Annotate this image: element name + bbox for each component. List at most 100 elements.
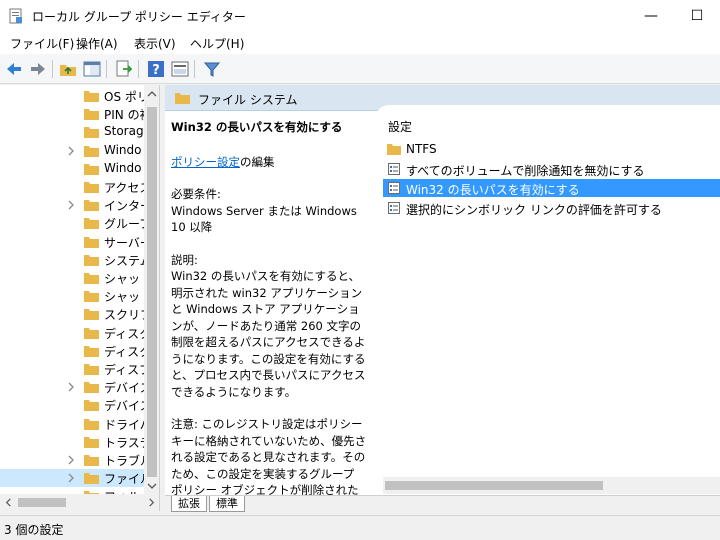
expand-chevron-icon[interactable] <box>66 380 76 394</box>
expand-chevron-icon[interactable] <box>66 453 76 467</box>
edit-policy-setting-link[interactable]: ポリシー設定 <box>171 155 240 169</box>
tree-item[interactable]: インター <box>0 196 152 214</box>
tree-item[interactable]: OS ポリ <box>0 87 149 105</box>
folder-icon <box>84 436 99 448</box>
tree-item[interactable]: シャット <box>0 287 152 305</box>
tree-item[interactable]: Windo <box>0 142 145 160</box>
menu-view[interactable]: 表示(V) <box>134 35 176 52</box>
folder-icon <box>84 109 99 121</box>
folder-icon <box>84 236 99 248</box>
folder-icon <box>84 182 99 193</box>
toolbar-separator <box>106 60 107 78</box>
tree-hscroll-thumb[interactable] <box>18 498 66 507</box>
folder-icon <box>84 273 99 284</box>
list-horizontal-scrollbar[interactable] <box>383 477 720 494</box>
tree-item[interactable]: サーバー <box>0 233 152 251</box>
tree-item-label: Windo <box>104 160 142 175</box>
settings-list-item-label: Win32 の長いパスを有効にする <box>406 183 580 197</box>
folder-icon <box>84 309 99 321</box>
list-hscroll-thumb[interactable] <box>385 481 603 490</box>
policy-editor-app-icon <box>9 8 22 24</box>
properties-view-icon[interactable] <box>170 59 190 79</box>
expand-chevron-icon[interactable] <box>66 144 76 158</box>
column-header-setting[interactable]: 設定 <box>388 118 412 135</box>
window-title: ローカル グループ ポリシー エディター <box>32 10 246 24</box>
menu-help[interactable]: ヘルプ(H) <box>190 35 244 52</box>
settings-list-item[interactable]: 選択的にシンボリック リンクの評価を許可する <box>383 199 720 217</box>
scroll-down-icon[interactable] <box>147 481 157 491</box>
folder-icon <box>387 144 401 155</box>
tab-standard[interactable]: 標準 <box>209 496 245 512</box>
tree-vertical-scrollbar[interactable] <box>144 85 159 494</box>
svg-text:?: ? <box>152 63 160 78</box>
tab-extended[interactable]: 拡張 <box>171 496 207 512</box>
folder-icon <box>84 364 99 375</box>
forward-arrow-icon[interactable] <box>28 59 48 79</box>
note-text: 注意: このレジストリ設定はポリシー キーに格納されていないため、優先される設定… <box>171 417 367 495</box>
scroll-right-icon[interactable] <box>147 498 156 507</box>
filter-icon[interactable] <box>202 59 222 79</box>
tree-item[interactable]: PIN の複 <box>0 105 152 123</box>
folder-icon <box>84 455 99 466</box>
edit-suffix: の編集 <box>240 154 275 169</box>
minimize-button[interactable]: — <box>628 0 674 32</box>
back-arrow-icon[interactable] <box>4 59 24 79</box>
tree-item[interactable]: ディスク <box>0 324 151 342</box>
folder-icon <box>84 127 99 139</box>
tree-item[interactable]: ディスク <box>0 342 151 360</box>
requirements-label: 必要条件: <box>171 187 221 201</box>
scroll-up-icon[interactable] <box>147 89 157 99</box>
show-hide-tree-icon[interactable] <box>82 59 102 79</box>
toolbar-separator <box>138 60 139 78</box>
folder-icon <box>84 218 99 230</box>
tree-item[interactable]: スクリプ <box>0 305 152 323</box>
settings-list[interactable]: 設定 NTFS すべてのボリュームで削除通知を無効にする Win32 の長いパスを有… <box>375 105 720 495</box>
tree-item[interactable]: ファイル <box>0 469 152 488</box>
menu-file[interactable]: ファイル(F) <box>10 35 74 52</box>
tree-item[interactable]: シャット <box>0 269 152 287</box>
tree-item[interactable]: システム <box>0 251 152 269</box>
tree-item[interactable]: デバイス <box>0 396 152 414</box>
tree-item-label: Storag <box>104 124 144 139</box>
toolbar-separator <box>52 60 53 78</box>
explanation-label: 説明: <box>171 252 198 267</box>
expand-chevron-icon[interactable] <box>66 471 76 485</box>
requirements-text: Windows Server または Windows 10 以降 <box>171 203 357 235</box>
folder-icon <box>84 400 99 412</box>
tree-item[interactable]: デバイス <box>0 378 152 396</box>
export-list-icon[interactable] <box>114 59 134 79</box>
settings-list-item-label: 選択的にシンボリック リンクの評価を許可する <box>406 202 662 217</box>
tree-item[interactable]: Windo <box>0 160 145 178</box>
folder-icon <box>84 345 99 357</box>
expand-chevron-icon[interactable] <box>66 198 76 212</box>
settings-list-item-label: NTFS <box>406 142 437 156</box>
folder-icon <box>84 473 99 485</box>
tree-item-label: Windo <box>104 142 142 157</box>
menu-action[interactable]: 操作(A) <box>76 35 118 52</box>
tree-pane[interactable]: OS ポリ PIN の複 Storag Windo Windo アクセス インター グループサ… <box>0 85 160 511</box>
tree-item[interactable]: アクセス <box>0 178 151 196</box>
title-bar[interactable]: ローカル グループ ポリシー エディター — ☐ <box>0 0 720 32</box>
maximize-button[interactable]: ☐ <box>674 0 720 32</box>
folder-icon <box>84 418 99 430</box>
tree-item[interactable]: Storag <box>0 123 145 141</box>
tree-item-label: OS ポリ <box>104 90 149 104</box>
settings-list-item[interactable]: すべてのボリュームで削除通知を無効にする <box>383 160 720 178</box>
tree-item[interactable]: トラステ <box>0 433 152 451</box>
folder-icon <box>84 200 99 212</box>
settings-list-item[interactable]: Win32 の長いパスを有効にする <box>383 179 720 197</box>
tree-item[interactable]: ドライバ <box>0 415 152 433</box>
tree-scroll-thumb[interactable] <box>147 107 157 477</box>
explanation-text: Win32 の長いパスを有効にすると、明示された win32 アプリケーションと… <box>171 269 366 399</box>
scroll-left-icon[interactable] <box>4 498 13 507</box>
tree-item[interactable]: ディスプ <box>0 360 151 378</box>
help-icon[interactable]: ? <box>146 59 166 79</box>
toolbar-separator <box>194 60 195 78</box>
tree-horizontal-scrollbar[interactable] <box>0 494 159 511</box>
tree-item[interactable]: グループ <box>0 214 151 232</box>
settings-list-item-label: すべてのボリュームで削除通知を無効にする <box>406 163 645 178</box>
tree-item[interactable]: トラブル <box>0 451 152 469</box>
settings-list-item[interactable]: NTFS <box>383 140 720 158</box>
policy-setting-icon <box>388 201 400 214</box>
folder-up-icon[interactable] <box>58 59 78 79</box>
